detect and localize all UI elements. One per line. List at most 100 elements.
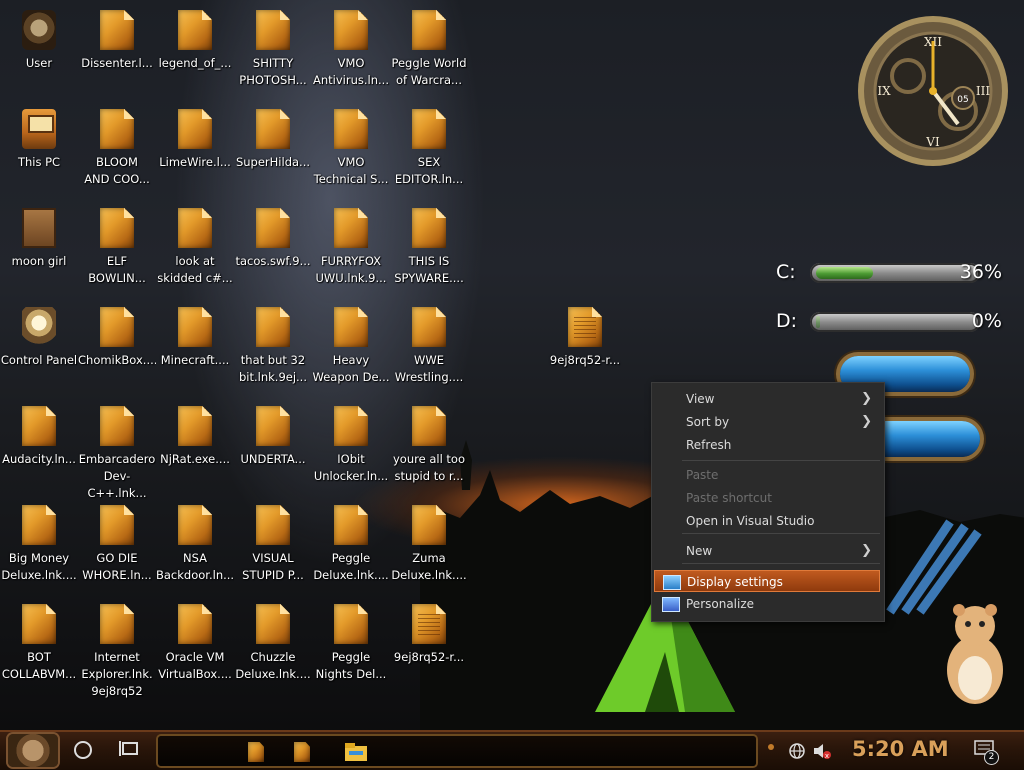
file-icon bbox=[178, 406, 212, 446]
file-icon bbox=[22, 406, 56, 446]
desktop[interactable]: User Dissenter.l... legend_of_... SHITTY PH… bbox=[0, 0, 1024, 730]
desktop-icon[interactable]: 9ej8rq52-r... bbox=[546, 301, 624, 397]
taskbar-pinned-area bbox=[158, 736, 756, 766]
desktop-icon[interactable]: ChomikBox.... bbox=[78, 301, 156, 397]
desktop-icon[interactable]: Chuzzle Deluxe.lnk.... bbox=[234, 598, 312, 694]
desktop-icon[interactable]: Internet Explorer.lnk. 9ej8rq52 bbox=[78, 598, 156, 698]
menu-separator bbox=[682, 533, 880, 534]
desktop-icon[interactable]: User bbox=[0, 4, 78, 100]
menu-item-open-in-visual-studio[interactable]: Open in Visual Studio bbox=[654, 510, 880, 532]
desktop-icon[interactable]: 9ej8rq52-r... bbox=[390, 598, 468, 694]
desktop-icon-label: BLOOM AND COO... bbox=[84, 155, 150, 186]
desktop-icon[interactable]: look at skidded c#... bbox=[156, 202, 234, 298]
desktop-icon[interactable]: Peggle Nights Del... bbox=[312, 598, 390, 694]
desktop-icon[interactable]: Peggle Deluxe.lnk.... bbox=[312, 499, 390, 595]
file-icon bbox=[334, 208, 368, 248]
network-globe-icon[interactable] bbox=[788, 742, 806, 760]
desktop-icon[interactable]: SuperHilda... bbox=[234, 103, 312, 199]
taskbar-clock[interactable]: 5:20 AM bbox=[852, 737, 949, 761]
desktop-icon[interactable]: ELF BOWLIN... bbox=[78, 202, 156, 298]
desktop-icon[interactable]: BLOOM AND COO... bbox=[78, 103, 156, 199]
desktop-icon-label: NSA Backdoor.ln... bbox=[156, 551, 234, 582]
tray-overflow-icon[interactable] bbox=[768, 744, 774, 750]
desktop-icon-label: 9ej8rq52-r... bbox=[393, 650, 465, 664]
menu-item-display-settings[interactable]: Display settings bbox=[654, 570, 880, 592]
desktop-icon[interactable]: Embarcadero Dev-C++.lnk... bbox=[78, 400, 156, 500]
desktop-icon[interactable]: Big Money Deluxe.lnk.... bbox=[0, 499, 78, 595]
menu-item-view[interactable]: View ❯ bbox=[654, 388, 880, 410]
desktop-icon[interactable]: that but 32 bit.lnk.9ej... bbox=[234, 301, 312, 397]
desktop-icon[interactable]: Audacity.ln... bbox=[0, 400, 78, 496]
desktop-icon[interactable]: LimeWire.l... bbox=[156, 103, 234, 199]
drive-usage-meter[interactable]: D: 0% bbox=[742, 307, 1012, 337]
desktop-icon[interactable]: VMO Antivirus.ln... bbox=[312, 4, 390, 100]
desktop-icon-label: BOT COLLABVM... bbox=[1, 650, 77, 681]
desktop-icon-label: GO DIE WHORE.ln... bbox=[82, 551, 152, 582]
desktop-icon[interactable]: legend_of_... bbox=[156, 4, 234, 100]
desktop-icon[interactable]: moon girl bbox=[0, 202, 78, 298]
desktop-icon[interactable]: GO DIE WHORE.ln... bbox=[78, 499, 156, 595]
menu-item-label: Personalize bbox=[686, 597, 755, 611]
drive-usage-tube bbox=[810, 263, 980, 283]
menu-item-refresh[interactable]: Refresh bbox=[654, 434, 880, 456]
file-icon bbox=[334, 406, 368, 446]
desktop-icon-label: This PC bbox=[17, 155, 61, 169]
steampunk-clock-widget[interactable]: XII III VI IX 05 bbox=[848, 6, 1018, 166]
start-button[interactable] bbox=[8, 734, 58, 767]
desktop-icon[interactable]: UNDERTA... bbox=[234, 400, 312, 496]
file-icon bbox=[256, 307, 290, 347]
desktop-icon[interactable]: IObit Unlocker.ln... bbox=[312, 400, 390, 496]
menu-item-sort-by[interactable]: Sort by ❯ bbox=[654, 411, 880, 433]
desktop-icon[interactable]: NjRat.exe.... bbox=[156, 400, 234, 496]
file-icon bbox=[22, 505, 56, 545]
search-circle-icon[interactable] bbox=[74, 741, 92, 759]
desktop-icon-label: tacos.swf.9... bbox=[235, 254, 311, 268]
file-explorer-icon[interactable] bbox=[340, 739, 372, 765]
desktop-icon[interactable]: SHITTY PHOTOSH... bbox=[234, 4, 312, 100]
desktop-icon[interactable]: VMO Technical S... bbox=[312, 103, 390, 199]
desktop-icon[interactable]: Minecraft.... bbox=[156, 301, 234, 397]
desktop-icon[interactable]: THIS IS SPYWARE.... bbox=[390, 202, 468, 298]
file-icon bbox=[256, 208, 290, 248]
svg-text:IX: IX bbox=[877, 84, 891, 98]
desktop-icon[interactable]: Heavy Weapon De... bbox=[312, 301, 390, 397]
desktop-icon[interactable]: youre all too stupid to r... bbox=[390, 400, 468, 496]
file-icon bbox=[100, 307, 134, 347]
desktop-icon[interactable]: This PC bbox=[0, 103, 78, 199]
task-view-icon[interactable] bbox=[119, 740, 141, 758]
pinned-file-icon[interactable] bbox=[286, 739, 318, 765]
file-icon bbox=[100, 10, 134, 50]
file-icon bbox=[334, 307, 368, 347]
desktop-icon[interactable]: NSA Backdoor.ln... bbox=[156, 499, 234, 595]
notification-center-icon[interactable]: 2 bbox=[974, 740, 999, 765]
desktop-icon[interactable]: Zuma Deluxe.lnk.... bbox=[390, 499, 468, 595]
desktop-icon[interactable]: Peggle World of Warcra... bbox=[390, 4, 468, 100]
desktop-icon[interactable]: VISUAL STUPID P... bbox=[234, 499, 312, 595]
desktop-icon-label: moon girl bbox=[11, 254, 67, 268]
file-icon bbox=[412, 208, 446, 248]
desktop-icon-label: WWE Wrestling.... bbox=[394, 353, 464, 384]
menu-item-new[interactable]: New ❯ bbox=[654, 540, 880, 562]
desktop-icon[interactable]: FURRYFOX UWU.lnk.9... bbox=[312, 202, 390, 298]
computer-icon bbox=[22, 109, 56, 149]
volume-muted-icon[interactable]: x bbox=[812, 742, 832, 760]
pinned-file-icon[interactable] bbox=[240, 739, 272, 765]
desktop-icon-label: UNDERTA... bbox=[240, 452, 306, 466]
desktop-icon[interactable]: SEX EDITOR.ln... bbox=[390, 103, 468, 199]
desktop-icon[interactable]: Control Panel bbox=[0, 301, 78, 397]
file-icon bbox=[412, 505, 446, 545]
desktop-icon-label: Peggle Deluxe.lnk.... bbox=[313, 551, 389, 582]
desktop-icon[interactable]: WWE Wrestling.... bbox=[390, 301, 468, 397]
desktop-icon-label: Audacity.ln... bbox=[2, 452, 76, 466]
desktop-icon-label: ELF BOWLIN... bbox=[88, 254, 146, 285]
desktop-icon[interactable]: Oracle VM VirtualBox.... bbox=[156, 598, 234, 694]
desktop-icon[interactable]: Dissenter.l... bbox=[78, 4, 156, 100]
menu-item-personalize[interactable]: Personalize bbox=[654, 593, 880, 615]
desktop-icon[interactable]: BOT COLLABVM... bbox=[0, 598, 78, 694]
desktop-icon-label: Big Money Deluxe.lnk.... bbox=[1, 551, 77, 582]
menu-item-paste: Paste bbox=[654, 464, 880, 486]
drive-usage-meter[interactable]: C: 36% bbox=[742, 258, 1012, 288]
desktop-icon-label: FURRYFOX UWU.lnk.9... bbox=[315, 254, 387, 285]
desktop-icon-label: Internet Explorer.lnk. 9ej8rq52 bbox=[81, 650, 153, 698]
desktop-icon[interactable]: tacos.swf.9... bbox=[234, 202, 312, 298]
